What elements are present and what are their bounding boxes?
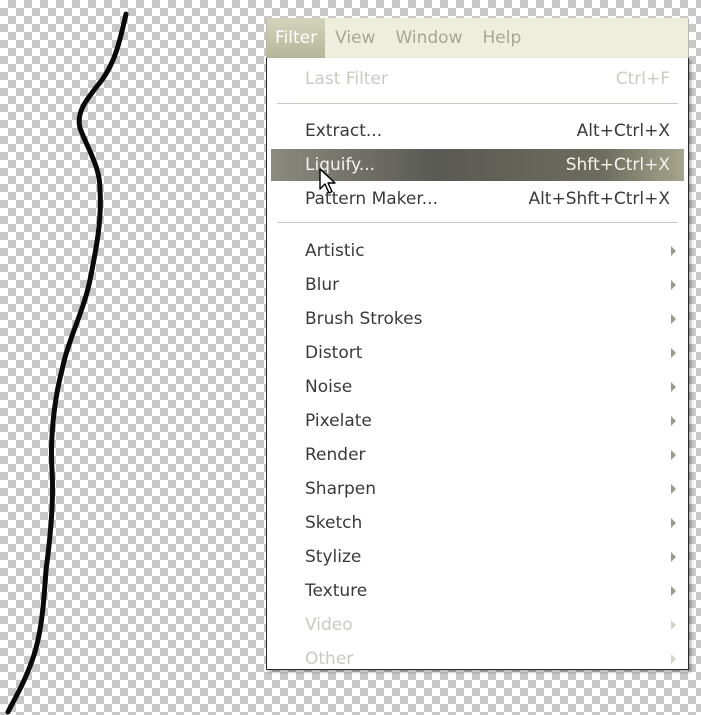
menu-item-label: Blur: [305, 275, 340, 295]
menu-separator: [277, 103, 678, 105]
menu-item-blur[interactable]: Blur: [271, 269, 684, 301]
menu-item-label: Texture: [305, 581, 368, 601]
submenu-arrow-icon: [671, 348, 676, 358]
menu-item-label: Stylize: [305, 547, 362, 567]
menu-item-label: Render: [305, 445, 366, 465]
menu-item-last-filter[interactable]: Last Filter Ctrl+F: [271, 63, 684, 95]
menu-item-label: Other: [305, 649, 354, 669]
submenu-arrow-icon: [671, 552, 676, 562]
menu-item-label: Brush Strokes: [305, 309, 423, 329]
submenu-arrow-icon: [671, 280, 676, 290]
submenu-arrow-icon: [671, 586, 676, 596]
submenu-arrow-icon: [671, 620, 676, 630]
submenu-arrow-icon: [671, 416, 676, 426]
menu-item-shortcut: Alt+Ctrl+X: [576, 121, 670, 141]
menu-item-render[interactable]: Render: [271, 439, 684, 471]
menu-item-brush-strokes[interactable]: Brush Strokes: [271, 303, 684, 335]
menu-separator: [277, 222, 678, 224]
menu-item-label: Video: [305, 615, 353, 635]
menu-item-shortcut: Ctrl+F: [615, 69, 670, 89]
filter-dropdown-menu: Last Filter Ctrl+F Extract... Alt+Ctrl+X…: [266, 58, 689, 670]
menu-window[interactable]: Window: [385, 18, 472, 58]
mouse-pointer-icon: [319, 168, 336, 194]
menu-item-shortcut: Alt+Shft+Ctrl+X: [528, 189, 670, 209]
menu-item-stylize[interactable]: Stylize: [271, 541, 684, 573]
menu-bar: Filter View Window Help: [266, 18, 689, 58]
menu-item-label: Sketch: [305, 513, 363, 533]
menu-filter[interactable]: Filter: [267, 18, 326, 58]
submenu-arrow-icon: [671, 314, 676, 324]
menu-item-label: Pixelate: [305, 411, 372, 431]
menu-item-shortcut: Shft+Ctrl+X: [565, 155, 670, 175]
submenu-arrow-icon: [671, 246, 676, 256]
submenu-arrow-icon: [671, 382, 676, 392]
submenu-arrow-icon: [671, 654, 676, 664]
menu-item-extract[interactable]: Extract... Alt+Ctrl+X: [271, 115, 684, 147]
menu-item-texture[interactable]: Texture: [271, 575, 684, 607]
menu-item-label: Last Filter: [305, 69, 388, 89]
menu-item-label: Liquify...: [305, 155, 376, 175]
menu-view[interactable]: View: [325, 18, 385, 58]
menu-item-other[interactable]: Other: [271, 643, 684, 675]
menu-item-sharpen[interactable]: Sharpen: [271, 473, 684, 505]
menu-help[interactable]: Help: [472, 18, 531, 58]
submenu-arrow-icon: [671, 450, 676, 460]
menu-item-distort[interactable]: Distort: [271, 337, 684, 369]
submenu-arrow-icon: [671, 484, 676, 494]
submenu-arrow-icon: [671, 518, 676, 528]
menu-item-sketch[interactable]: Sketch: [271, 507, 684, 539]
menu-item-artistic[interactable]: Artistic: [271, 235, 684, 267]
menu-item-pixelate[interactable]: Pixelate: [271, 405, 684, 437]
menu-item-video[interactable]: Video: [271, 609, 684, 641]
menu-item-label: Noise: [305, 377, 353, 397]
menu-item-label: Artistic: [305, 241, 365, 261]
menu-item-label: Sharpen: [305, 479, 376, 499]
menu-item-label: Extract...: [305, 121, 383, 141]
menu-item-label: Distort: [305, 343, 363, 363]
menu-item-noise[interactable]: Noise: [271, 371, 684, 403]
